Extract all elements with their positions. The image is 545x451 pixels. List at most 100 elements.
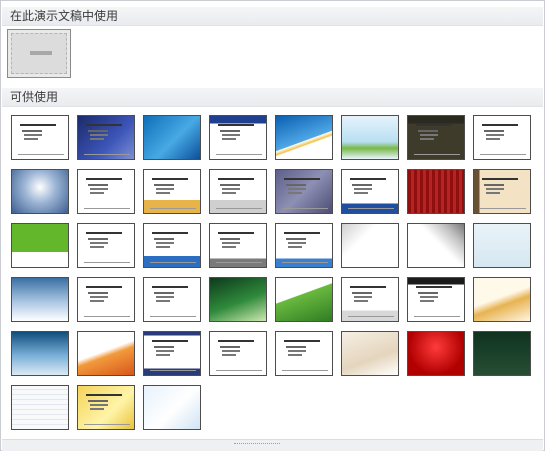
thumbnail-placeholder-line <box>222 188 240 190</box>
thumbnail-placeholder-line <box>350 178 386 180</box>
thumbnail-placeholder-line <box>284 340 320 342</box>
theme-thumbnail-white-blue-header[interactable] <box>209 115 267 160</box>
section-header-current: 在此演示文稿中使用 <box>2 7 543 26</box>
theme-thumbnail-white-teal-left[interactable] <box>77 223 135 268</box>
thumbnail-placeholder-line <box>150 208 196 209</box>
thumbnail-placeholder-line <box>350 286 386 288</box>
theme-thumbnail-white-gray-bottom[interactable] <box>209 169 267 214</box>
theme-thumbnail-silver-page-curl[interactable] <box>341 223 399 268</box>
thumbnail-placeholder-line <box>222 138 236 140</box>
thumbnail-placeholder-line <box>90 242 108 244</box>
theme-thumbnail-blue-dark-lines[interactable] <box>77 115 135 160</box>
thumbnail-placeholder-line <box>420 300 434 302</box>
thumbnail-placeholder-line <box>480 208 526 209</box>
theme-thumbnail-red-drapes[interactable] <box>407 331 465 376</box>
thumbnail-placeholder-line <box>222 134 240 136</box>
thumbnail-placeholder-line <box>418 130 438 132</box>
thumbnail-placeholder-line <box>348 316 394 317</box>
thumbnail-placeholder-line <box>218 124 254 126</box>
thumbnail-placeholder-line <box>288 354 302 356</box>
thumbnail-placeholder-line <box>222 354 236 356</box>
thumbnail-placeholder-line <box>486 192 500 194</box>
theme-thumbnail-white-plain-text[interactable] <box>209 331 267 376</box>
theme-thumbnail-red-curtain[interactable] <box>407 169 465 214</box>
theme-thumbnail-blue-water[interactable] <box>143 115 201 160</box>
theme-thumbnail-purple-gray[interactable] <box>275 169 333 214</box>
thumbnail-placeholder-line <box>156 246 170 248</box>
theme-thumbnail-orange-swoosh[interactable] <box>77 331 135 376</box>
thumbnail-placeholder-line <box>24 134 42 136</box>
theme-thumbnail-green-pie[interactable] <box>11 223 69 268</box>
thumbnail-placeholder-line <box>90 300 104 302</box>
theme-thumbnail-chalkboard[interactable] <box>473 331 531 376</box>
theme-thumbnail-blue-swoosh[interactable] <box>275 115 333 160</box>
theme-thumbnail-white-gray-text[interactable] <box>473 115 531 160</box>
theme-thumbnail-blue-growth-arrow[interactable] <box>143 385 201 430</box>
theme-thumbnail-dark-olive[interactable] <box>407 115 465 160</box>
thumbnail-placeholder-line <box>86 232 122 234</box>
thumbnail-placeholder-line <box>150 370 196 371</box>
theme-thumbnail-white-navy-bottom[interactable] <box>143 331 201 376</box>
theme-thumbnail-white-gold-bottom[interactable] <box>143 169 201 214</box>
thumbnail-placeholder-line <box>24 138 38 140</box>
theme-thumbnail-gold-swoosh[interactable] <box>473 277 531 322</box>
thumbnail-placeholder-line <box>152 232 188 234</box>
thumbnail-placeholder-line <box>482 124 518 126</box>
theme-thumbnail-tan-paper[interactable] <box>473 169 531 214</box>
theme-thumbnail-white-gray-cube[interactable] <box>341 277 399 322</box>
theme-thumbnail-sky-buildings[interactable] <box>341 115 399 160</box>
thumbnail-placeholder-line <box>414 316 460 317</box>
thumbnail-placeholder-line <box>90 192 104 194</box>
thumbnail-placeholder-line <box>84 424 130 425</box>
theme-thumbnail-white-gray-bars[interactable] <box>209 223 267 268</box>
resize-grip-icon[interactable] <box>234 443 280 447</box>
thumbnail-placeholder-line <box>352 292 372 294</box>
thumbnail-placeholder-line <box>86 124 122 126</box>
theme-thumbnail-beige-curve[interactable] <box>341 331 399 376</box>
theme-thumbnail-blue-grid-pencil[interactable] <box>11 385 69 430</box>
current-theme-thumbnail[interactable] <box>7 29 71 78</box>
theme-thumbnail-plain-white[interactable] <box>11 115 69 160</box>
thumbnail-placeholder-line <box>150 316 196 317</box>
thumbnail-placeholder-line <box>88 292 108 294</box>
thumbnail-placeholder-line <box>88 184 108 186</box>
theme-thumbnail-white-bullets[interactable] <box>143 277 201 322</box>
thumbnail-placeholder-line <box>88 238 108 240</box>
theme-thumbnail-white-teal[interactable] <box>77 277 135 322</box>
section-label-current: 在此演示文稿中使用 <box>10 9 119 23</box>
theme-thumbnail-light-blue-pin[interactable] <box>473 223 531 268</box>
thumbnail-placeholder-line <box>288 246 302 248</box>
theme-thumbnail-wind-turbines[interactable] <box>11 331 69 376</box>
thumbnail-placeholder-line <box>288 350 306 352</box>
thumbnail-placeholder-line <box>486 188 504 190</box>
thumbnail-placeholder-line <box>216 154 262 155</box>
theme-thumbnail-dark-green-wave[interactable] <box>209 277 267 322</box>
theme-thumbnail-yellow-doc[interactable] <box>77 385 135 430</box>
thumbnail-placeholder-line <box>218 340 254 342</box>
theme-thumbnail-white-blue-title[interactable] <box>275 223 333 268</box>
theme-thumbnail-world-map[interactable] <box>11 277 69 322</box>
theme-thumbnail-white-orange-bullets[interactable] <box>77 169 135 214</box>
thumbnail-placeholder-line <box>286 346 306 348</box>
thumbnail-placeholder-line <box>480 154 526 155</box>
thumbnail-placeholder-line <box>354 300 368 302</box>
thumbnail-placeholder-line <box>486 134 504 136</box>
theme-thumbnail-white-blue-wave[interactable] <box>143 223 201 268</box>
theme-thumbnail-black-header[interactable] <box>407 277 465 322</box>
theme-thumbnail-blue-glow[interactable] <box>11 169 69 214</box>
thumbnail-placeholder-line <box>416 124 452 126</box>
thumbnail-placeholder-line <box>286 238 306 240</box>
thumbnail-placeholder-line <box>282 262 328 263</box>
theme-thumbnail-blue-corner[interactable] <box>341 169 399 214</box>
theme-thumbnail-white-flowers[interactable] <box>407 223 465 268</box>
thumbnail-placeholder-line <box>22 130 42 132</box>
theme-thumbnail-white-green-emblem[interactable] <box>275 331 333 376</box>
thumbnail-placeholder-line <box>288 192 302 194</box>
theme-thumbnail-green-hill[interactable] <box>275 277 333 322</box>
thumbnail-placeholder-line <box>152 340 188 342</box>
resize-bar[interactable] <box>2 439 543 451</box>
thumbnail-placeholder-line <box>420 138 434 140</box>
thumbnail-placeholder-line <box>86 394 122 396</box>
thumbnail-placeholder-line <box>156 242 174 244</box>
thumbnail-placeholder-line <box>220 130 240 132</box>
